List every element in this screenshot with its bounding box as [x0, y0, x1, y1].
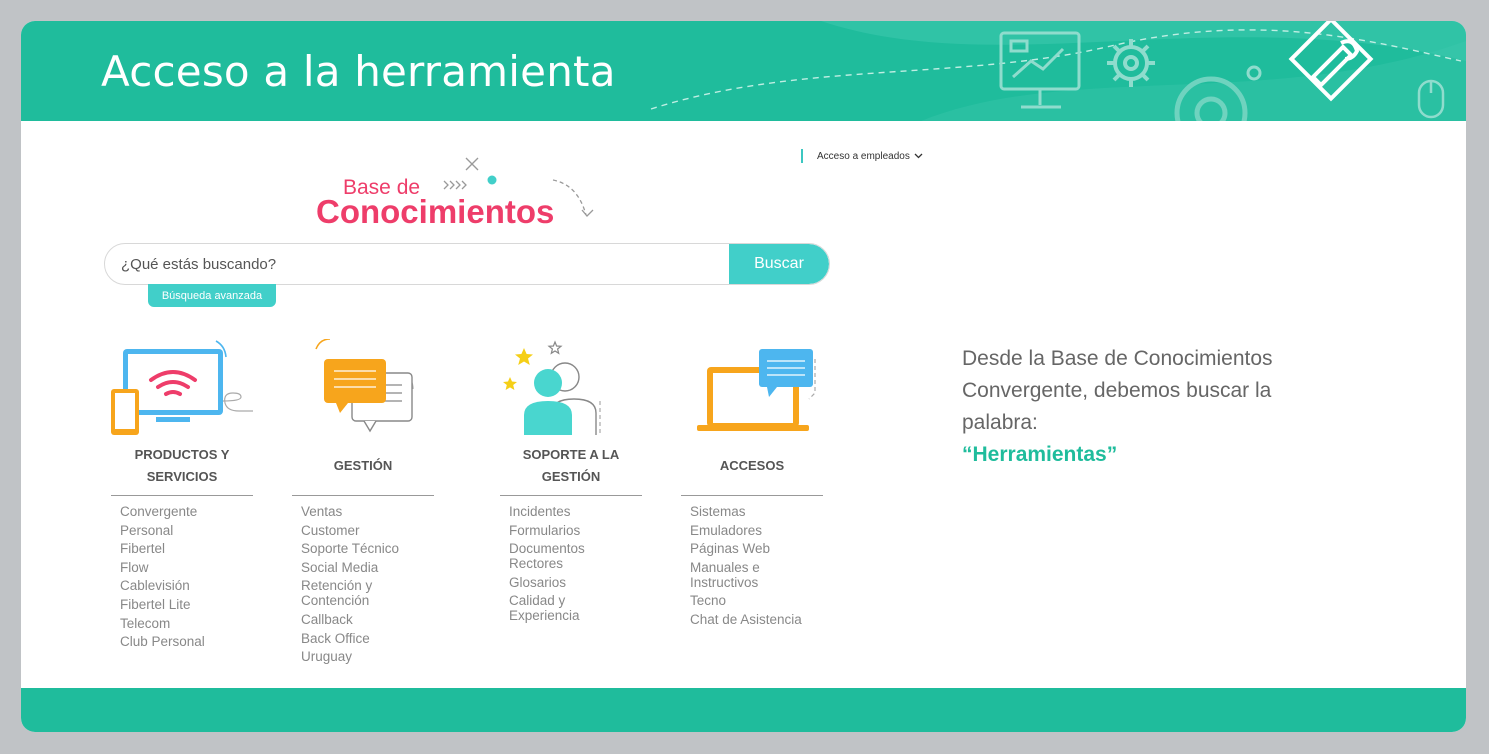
list-item[interactable]: Páginas Web [690, 541, 823, 556]
list-item[interactable]: Formularios [509, 523, 642, 538]
category-soporte-gestion: SOPORTE A LA GESTIÓN Incidentes Formular… [500, 339, 642, 627]
category-productos-servicios: PRODUCTOS Y SERVICIOS Convergente Person… [111, 339, 253, 653]
access-divider [801, 149, 803, 163]
advanced-search-button[interactable]: Búsqueda avanzada [148, 284, 276, 307]
list-item[interactable]: Fibertel [120, 541, 253, 556]
list-item[interactable]: Back Office [301, 631, 434, 646]
search-bar: Buscar [104, 243, 830, 285]
chevron-down-icon [914, 153, 923, 159]
employee-access-label: Acceso a empleados [817, 150, 910, 162]
category-divider [292, 495, 434, 496]
list-item[interactable]: Club Personal [120, 634, 253, 649]
list-item[interactable]: Chat de Asistencia [690, 612, 823, 627]
list-item[interactable]: Retención y Contención [301, 578, 381, 608]
list-item[interactable]: Fibertel Lite [120, 597, 253, 612]
list-item[interactable]: Cablevisión [120, 578, 253, 593]
category-accesos: ACCESOS Sistemas Emuladores Páginas Web … [681, 339, 823, 631]
slide-footer [21, 688, 1466, 732]
list-item[interactable]: Calidad y Experiencia [509, 593, 589, 623]
category-title: SOPORTE A LA GESTIÓN [522, 447, 620, 484]
list-item[interactable]: Documentos Rectores [509, 541, 599, 571]
list-item[interactable]: Personal [120, 523, 253, 538]
employee-access-menu[interactable]: Acceso a empleados [801, 149, 923, 163]
slide: Acceso a la herramienta Acceso a emplead… [21, 21, 1466, 732]
list-item[interactable]: Tecno [690, 593, 823, 608]
list-item[interactable]: Callback [301, 612, 434, 627]
gear-icon [1107, 39, 1155, 87]
category-title: PRODUCTOS Y SERVICIOS [134, 447, 230, 484]
list-item[interactable]: Manuales e Instructivos [690, 560, 770, 590]
list-item[interactable]: Telecom [120, 616, 253, 631]
people-support-icon [503, 340, 601, 435]
list-item[interactable]: Uruguay [301, 649, 434, 664]
category-list: Incidentes Formularios Documentos Rector… [509, 504, 642, 623]
category-list: Convergente Personal Fibertel Flow Cable… [120, 504, 253, 649]
list-item[interactable]: Flow [120, 560, 253, 575]
knowledge-base-logo: Base de Conocimientos [316, 157, 594, 230]
category-list: Ventas Customer Soporte Técnico Social M… [301, 504, 434, 664]
category-divider [681, 495, 823, 496]
slide-header: Acceso a la herramienta [21, 21, 1466, 121]
instruction-text: Desde la Base de Conocimientos Convergen… [962, 347, 1273, 434]
list-item[interactable]: Incidentes [509, 504, 642, 519]
list-item[interactable]: Soporte Técnico [301, 541, 434, 556]
logo-text-line2: Conocimientos [316, 193, 554, 230]
category-divider [500, 495, 642, 496]
laptop-chat-icon [697, 349, 816, 431]
instruction-note: Desde la Base de Conocimientos Convergen… [962, 343, 1302, 471]
search-input[interactable] [105, 244, 741, 284]
list-item[interactable]: Emuladores [690, 523, 823, 538]
category-title: ACCESOS [719, 458, 785, 473]
tv-wifi-icon [111, 340, 253, 435]
keyword-highlight: “Herramientas” [962, 443, 1118, 466]
dot-icon [1246, 65, 1262, 81]
page-title: Acceso a la herramienta [101, 47, 616, 96]
category-gestion: GESTIÓN Ventas Customer Soporte Técnico … [292, 339, 434, 668]
list-item[interactable]: Social Media [301, 560, 434, 575]
category-title: GESTIÓN [333, 458, 393, 473]
chat-documents-icon [315, 339, 414, 433]
list-item[interactable]: Glosarios [509, 575, 642, 590]
list-item[interactable]: Ventas [301, 504, 434, 519]
list-item[interactable]: Convergente [120, 504, 253, 519]
search-button[interactable]: Buscar [729, 244, 829, 284]
list-item[interactable]: Sistemas [690, 504, 823, 519]
category-list: Sistemas Emuladores Páginas Web Manuales… [690, 504, 823, 627]
category-divider [111, 495, 253, 496]
list-item[interactable]: Customer [301, 523, 434, 538]
